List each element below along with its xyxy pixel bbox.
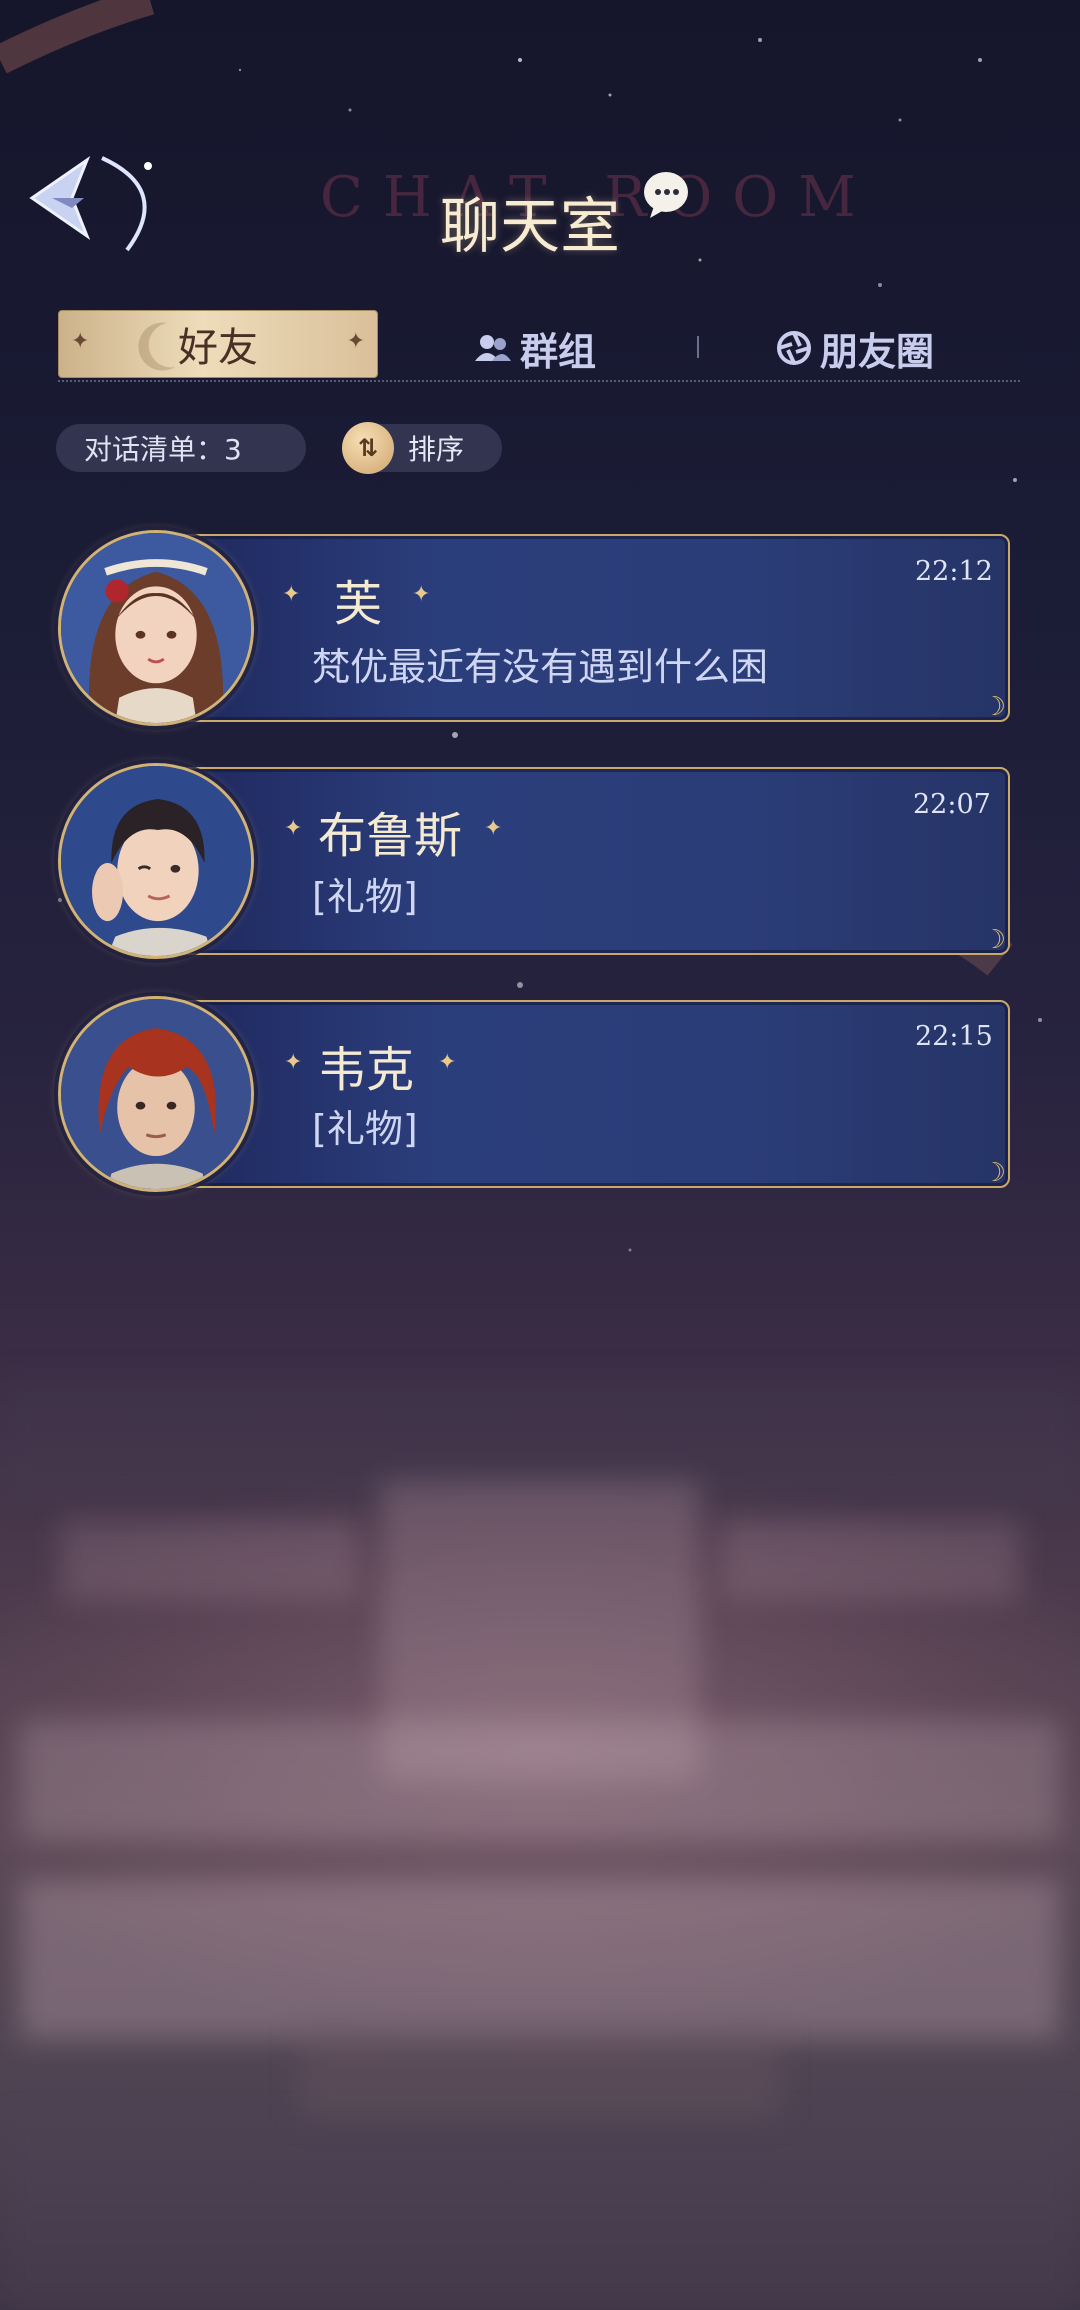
tab-friends[interactable]: ✦ 好友 ✦ bbox=[58, 310, 378, 378]
chat-bubble-icon bbox=[644, 172, 688, 218]
group-icon bbox=[475, 335, 511, 361]
tab-underline bbox=[58, 380, 1020, 382]
sparkle-icon: ✦ bbox=[438, 1050, 457, 1075]
tab-divider bbox=[697, 336, 699, 358]
message-preview: [礼物] bbox=[312, 875, 418, 919]
page-title: 聊天室 bbox=[440, 192, 620, 262]
tab-moments[interactable]: 朋友圈 bbox=[776, 318, 934, 378]
corner-ornament-icon: ☽ bbox=[982, 925, 1006, 955]
contact-name: 布鲁斯 bbox=[318, 808, 463, 864]
message-preview: [礼物] bbox=[312, 1107, 418, 1151]
moon-icon bbox=[138, 322, 175, 371]
contact-name: 芙 bbox=[334, 576, 383, 632]
sparkle-icon: ✦ bbox=[282, 582, 301, 607]
tab-friends-label: 好友 bbox=[178, 325, 258, 371]
message-time: 22:15 bbox=[915, 1021, 993, 1052]
sparkle-icon: ✦ bbox=[71, 329, 90, 354]
back-button[interactable] bbox=[22, 150, 162, 270]
sparkle-icon: ✦ bbox=[484, 816, 503, 841]
aperture-icon bbox=[777, 331, 811, 365]
sort-label: 排序 bbox=[408, 433, 465, 466]
chat-item-fu[interactable]: ☽ bbox=[130, 534, 1010, 722]
message-preview: 梵优最近有没有遇到什么困 bbox=[312, 645, 769, 689]
message-time: 22:07 bbox=[913, 789, 991, 820]
sparkle-icon: ✦ bbox=[284, 1050, 303, 1075]
avatar-bruce[interactable] bbox=[58, 763, 254, 959]
corner-ornament-icon: ☽ bbox=[982, 1158, 1006, 1188]
sort-button[interactable]: ⇅ 排序 bbox=[342, 422, 502, 474]
avatar-wake[interactable] bbox=[58, 996, 254, 1192]
tab-groups-label: 群组 bbox=[520, 328, 597, 374]
sort-icon: ⇅ bbox=[342, 422, 394, 474]
background-building-blur bbox=[0, 1380, 1080, 2310]
sparkle-icon: ✦ bbox=[412, 582, 431, 607]
message-time: 22:12 bbox=[915, 556, 993, 587]
avatar-fu[interactable] bbox=[58, 530, 254, 726]
chat-item-wake[interactable]: ☽ bbox=[130, 1000, 1010, 1188]
conversation-count: 对话清单：3 bbox=[56, 424, 306, 472]
corner-ornament-icon: ☽ bbox=[982, 692, 1006, 722]
sparkle-icon: ✦ bbox=[284, 816, 303, 841]
back-arrow-icon bbox=[29, 155, 152, 252]
tab-groups[interactable]: 群组 bbox=[474, 318, 596, 378]
contact-name: 韦克 bbox=[318, 1042, 415, 1098]
sparkle-icon: ✦ bbox=[346, 329, 365, 354]
tab-moments-label: 朋友圈 bbox=[820, 328, 935, 374]
chat-item-bruce[interactable]: ☽ bbox=[130, 767, 1010, 955]
